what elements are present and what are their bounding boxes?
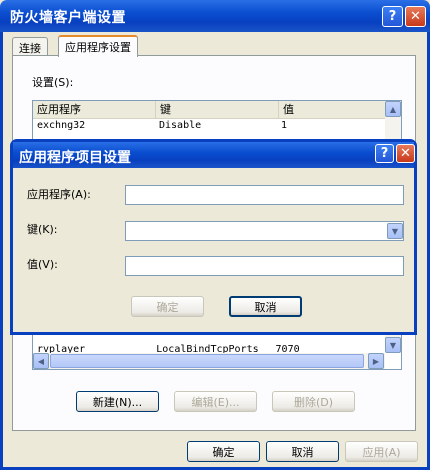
dialog-title: 应用程序项目设置 (19, 150, 131, 166)
value-label: 值(V): (27, 258, 58, 271)
scroll-thumb[interactable] (50, 354, 364, 368)
close-icon: ✕ (410, 9, 421, 24)
chevron-down-icon: ▼ (391, 226, 399, 236)
col-header-key[interactable]: 键 (156, 101, 279, 118)
tab-connection[interactable]: 连接 (12, 37, 48, 57)
scroll-up-button[interactable]: ▲ (385, 101, 401, 117)
scroll-left-button[interactable]: ◀ (33, 353, 49, 369)
dialog-title-bar[interactable]: 应用程序项目设置 ? ✕ (13, 142, 415, 168)
tab-label: 应用程序设置 (65, 41, 131, 54)
dialog-close-button[interactable]: ✕ (396, 144, 415, 163)
dialog-ok-button[interactable]: 确定 (131, 296, 204, 317)
dialog-cancel-button[interactable]: 取消 (229, 296, 302, 317)
cancel-button[interactable]: 取消 (266, 441, 339, 462)
chevron-up-icon: ▲ (389, 104, 397, 114)
col-header-value[interactable]: 值 (279, 101, 394, 118)
settings-label: 设置(S): (32, 76, 74, 89)
close-button[interactable]: ✕ (405, 6, 426, 27)
apply-button[interactable]: 应用(A) (345, 441, 418, 462)
help-icon: ? (388, 9, 397, 24)
new-button[interactable]: 新建(N)... (76, 391, 159, 412)
chevron-left-icon: ◀ (37, 356, 45, 366)
window-title: 防火墙客户端设置 (10, 10, 126, 26)
edit-button[interactable]: 编辑(E)... (174, 391, 257, 412)
col-header-app[interactable]: 应用程序 (33, 101, 156, 118)
chevron-right-icon: ▶ (372, 356, 380, 366)
scroll-right-button[interactable]: ▶ (368, 353, 384, 369)
list-header: 应用程序 键 值 (33, 101, 401, 119)
help-button[interactable]: ? (382, 6, 403, 27)
cell-key: Disable (159, 120, 202, 131)
key-label: 键(K): (27, 223, 58, 236)
delete-button[interactable]: 删除(D) (272, 391, 355, 412)
list-row[interactable]: exchng32 Disable 1 (33, 119, 401, 132)
app-item-dialog: 应用程序项目设置 ? ✕ 应用程序(A): 键(K): ▼ 值(V): 确定 取… (10, 139, 417, 335)
scroll-down-button[interactable]: ▼ (385, 337, 401, 353)
cell-app: exchng32 (37, 120, 86, 131)
help-icon: ? (380, 146, 389, 161)
tab-label: 连接 (19, 41, 41, 55)
value-input[interactable] (125, 256, 404, 276)
cell-value: 1 (281, 120, 288, 131)
chevron-down-icon: ▼ (389, 340, 397, 350)
main-title-bar[interactable]: 防火墙客户端设置 ? ✕ (0, 0, 430, 32)
app-label: 应用程序(A): (27, 188, 91, 201)
key-dropdown-button[interactable]: ▼ (387, 223, 403, 239)
close-icon: ✕ (400, 146, 411, 161)
app-input[interactable] (125, 185, 404, 205)
ok-button[interactable]: 确定 (187, 441, 260, 462)
key-select[interactable]: ▼ (125, 221, 404, 241)
dialog-help-button[interactable]: ? (375, 144, 394, 163)
tab-app-settings[interactable]: 应用程序设置 (58, 35, 138, 57)
